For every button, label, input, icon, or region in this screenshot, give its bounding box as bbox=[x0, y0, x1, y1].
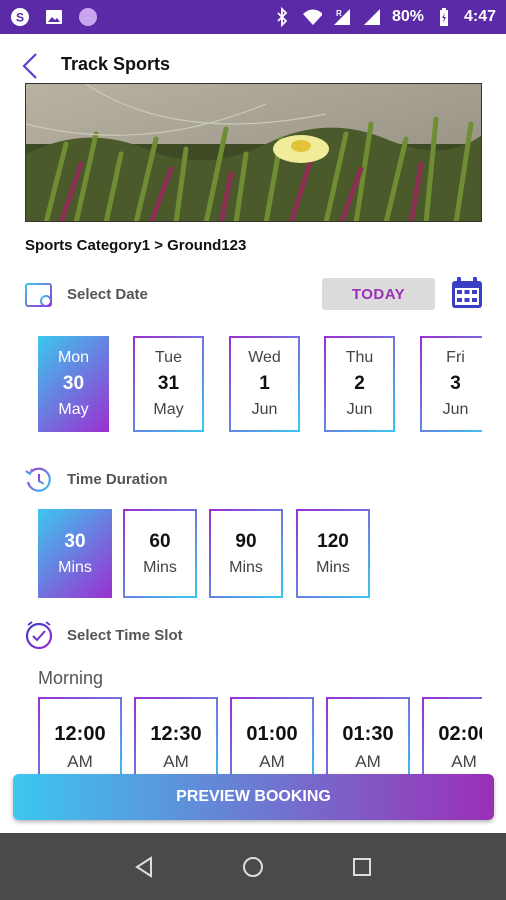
time-slot[interactable]: 01:00 AM bbox=[230, 697, 314, 777]
time-slot[interactable]: 12:30 AM bbox=[134, 697, 218, 777]
select-date-label: Select Date bbox=[67, 286, 148, 303]
duration-option[interactable]: 120 Mins bbox=[296, 509, 370, 598]
time-slot[interactable]: 02:00 AM bbox=[422, 697, 482, 777]
duration-unit: Mins bbox=[143, 558, 177, 576]
signal-r-icon: R bbox=[332, 7, 352, 27]
time-slot[interactable]: 12:00 AM bbox=[38, 697, 122, 777]
back-button[interactable] bbox=[16, 50, 46, 82]
duration-value: 120 bbox=[317, 530, 349, 552]
date-month: Jun bbox=[442, 401, 469, 418]
duration-unit: Mins bbox=[229, 558, 263, 576]
duration-unit: Mins bbox=[58, 558, 92, 576]
square-recents-icon bbox=[352, 857, 371, 876]
date-weekday: Thu bbox=[345, 349, 374, 366]
duration-option[interactable]: 30 Mins bbox=[38, 509, 112, 598]
wifi-icon bbox=[302, 7, 322, 27]
nav-recents-button[interactable] bbox=[348, 853, 376, 881]
slot-time: 02:00 bbox=[438, 723, 482, 745]
breadcrumb: Sports Category1 > Ground123 bbox=[25, 237, 247, 254]
time-slot-list: 12:00 AM 12:30 AM 01:00 AM 01:30 AM 02:0… bbox=[38, 697, 482, 777]
calendar-icon bbox=[24, 279, 54, 309]
date-month: Jun bbox=[346, 401, 373, 418]
date-weekday: Fri bbox=[446, 349, 465, 366]
duration-option[interactable]: 60 Mins bbox=[123, 509, 197, 598]
date-weekday: Wed bbox=[248, 349, 281, 366]
today-button[interactable]: TODAY bbox=[322, 278, 435, 310]
clock-history-icon bbox=[24, 465, 54, 495]
page-title: Track Sports bbox=[61, 54, 171, 74]
date-card[interactable]: Fri 3 Jun bbox=[420, 336, 482, 432]
slot-ampm: AM bbox=[163, 752, 189, 771]
duration-value: 90 bbox=[235, 530, 257, 552]
slot-ampm: AM bbox=[355, 752, 381, 771]
s-app-icon: S bbox=[10, 7, 30, 27]
image-icon bbox=[44, 7, 64, 27]
battery-percent: 80% bbox=[391, 8, 424, 25]
ground-photo bbox=[25, 83, 482, 222]
battery-icon bbox=[434, 7, 454, 27]
period-label: Morning bbox=[38, 668, 104, 688]
circle-app-icon bbox=[78, 7, 98, 27]
date-day: 30 bbox=[62, 373, 85, 394]
date-month: Jun bbox=[251, 401, 278, 418]
nav-back-button[interactable] bbox=[130, 853, 158, 881]
date-day: 1 bbox=[259, 373, 270, 394]
date-card[interactable]: Tue 31 May bbox=[133, 336, 204, 432]
bluetooth-icon bbox=[272, 7, 292, 27]
calendar-grid-icon bbox=[452, 277, 482, 308]
duration-value: 60 bbox=[149, 530, 171, 552]
date-month: May bbox=[153, 401, 184, 418]
nav-home-button[interactable] bbox=[239, 853, 267, 881]
duration-unit: Mins bbox=[316, 558, 350, 576]
date-weekday: Mon bbox=[57, 349, 90, 366]
slot-time: 01:30 bbox=[342, 723, 394, 745]
date-month: May bbox=[58, 401, 89, 418]
date-selector: Mon 30 May Tue 31 May Wed 1 Jun Thu 2 Ju… bbox=[38, 336, 482, 432]
date-day: 2 bbox=[354, 373, 365, 394]
duration-option[interactable]: 90 Mins bbox=[209, 509, 283, 598]
slot-ampm: AM bbox=[259, 752, 285, 771]
date-weekday: Tue bbox=[155, 349, 182, 366]
chevron-left-icon bbox=[22, 53, 37, 79]
circle-home-icon bbox=[242, 856, 263, 877]
slot-time: 12:30 bbox=[150, 723, 202, 745]
date-day: 31 bbox=[157, 373, 180, 394]
date-day: 3 bbox=[450, 373, 461, 394]
slot-ampm: AM bbox=[451, 752, 477, 771]
time-slot[interactable]: 01:30 AM bbox=[326, 697, 410, 777]
slot-time: 01:00 bbox=[246, 723, 298, 745]
signal-icon bbox=[362, 7, 382, 27]
date-card[interactable]: Wed 1 Jun bbox=[229, 336, 300, 432]
svg-text:S: S bbox=[16, 11, 24, 25]
date-card[interactable]: Thu 2 Jun bbox=[324, 336, 395, 432]
select-time-slot-label: Select Time Slot bbox=[67, 627, 183, 644]
time-duration-label: Time Duration bbox=[67, 471, 168, 488]
clock-check-icon bbox=[24, 620, 54, 650]
status-bar: S R 80% 4:47 bbox=[0, 0, 506, 34]
svg-text:R: R bbox=[336, 9, 342, 18]
system-nav-bar bbox=[0, 833, 506, 900]
clock: 4:47 bbox=[463, 8, 496, 25]
date-card[interactable]: Mon 30 May bbox=[38, 336, 109, 432]
preview-booking-button[interactable]: PREVIEW BOOKING bbox=[13, 774, 494, 820]
calendar-picker-button[interactable] bbox=[451, 277, 483, 309]
slot-time: 12:00 bbox=[54, 723, 106, 745]
duration-value: 30 bbox=[64, 530, 86, 552]
slot-ampm: AM bbox=[67, 752, 93, 771]
triangle-back-icon bbox=[135, 855, 153, 878]
